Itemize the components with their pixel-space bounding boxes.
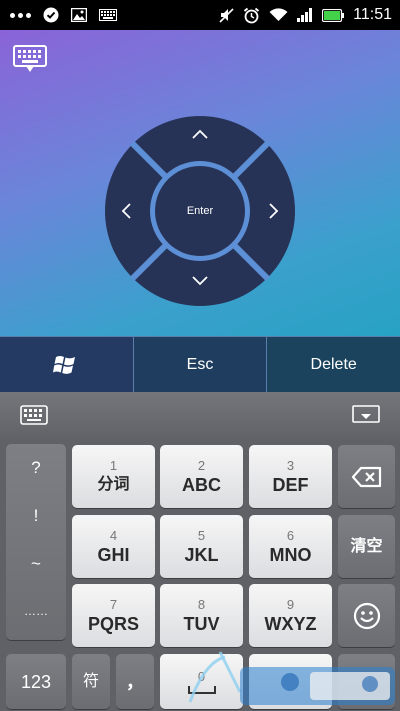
more-dots-icon — [10, 12, 31, 18]
battery-icon — [322, 8, 345, 22]
keyboard-switch-icon[interactable] — [20, 405, 48, 425]
numeric-mode-label: 123 — [20, 671, 52, 692]
key-6[interactable]: 6 MNO — [249, 515, 332, 578]
signal-icon — [297, 8, 313, 22]
enter-button[interactable] — [155, 166, 245, 256]
key-4-label: GHI — [97, 544, 130, 565]
clear-button[interactable]: 清空 — [338, 515, 395, 578]
key-5-label: JKL — [184, 544, 219, 565]
symbol-question[interactable]: ? — [6, 458, 66, 478]
space-number: 0 — [197, 668, 206, 684]
symbol-column[interactable]: ? ! ~ …… — [6, 444, 66, 640]
alarm-icon — [244, 7, 260, 23]
wifi-icon — [269, 8, 288, 21]
key-1-number: 1 — [109, 457, 118, 473]
enter-key-button[interactable] — [338, 654, 395, 709]
key-1[interactable]: 1 分词 — [72, 445, 155, 508]
keyboard-icon — [99, 9, 117, 21]
symbol-tilde[interactable]: ~ — [6, 554, 66, 574]
comma-label: ， — [126, 671, 144, 692]
key-9-number: 9 — [286, 596, 295, 612]
period-button[interactable] — [249, 654, 332, 709]
key-9-label: WXYZ — [264, 613, 317, 634]
check-circle-icon — [43, 7, 59, 23]
delete-button[interactable]: Delete — [267, 336, 400, 392]
key-6-number: 6 — [286, 527, 295, 543]
key-8-number: 8 — [197, 596, 206, 612]
clear-label: 清空 — [350, 537, 383, 555]
key-8-label: TUV — [183, 613, 220, 634]
mute-icon — [219, 8, 234, 23]
key-3[interactable]: 3 DEF — [249, 445, 332, 508]
image-icon — [71, 8, 87, 22]
symbol-ellipsis[interactable]: …… — [6, 604, 66, 618]
key-2-label: ABC — [182, 474, 221, 495]
numeric-mode-button[interactable]: 123 — [6, 654, 66, 709]
key-1-label: 分词 — [97, 475, 130, 493]
keyboard: ? ! ~ …… 1 分词 2 ABC 3 DEF 4 GHI 5 JKL 6 … — [0, 392, 400, 711]
key-5[interactable]: 5 JKL — [160, 515, 243, 578]
space-icon — [187, 685, 216, 694]
key-3-number: 3 — [286, 457, 295, 473]
remote-panel: Enter — [0, 30, 400, 336]
key-4[interactable]: 4 GHI — [72, 515, 155, 578]
windows-logo-icon — [53, 355, 76, 374]
backspace-icon — [351, 466, 381, 487]
key-7[interactable]: 7 PQRS — [72, 584, 155, 647]
key-5-number: 5 — [197, 527, 206, 543]
key-2[interactable]: 2 ABC — [160, 445, 243, 508]
dpad: Enter — [104, 115, 296, 307]
emoji-button[interactable] — [338, 584, 395, 647]
keyboard-toolbar — [0, 392, 400, 440]
esc-button[interactable]: Esc — [133, 336, 268, 392]
key-7-number: 7 — [109, 596, 118, 612]
key-3-label: DEF — [272, 474, 309, 495]
backspace-button[interactable] — [338, 445, 395, 508]
function-key-row: Esc Delete — [0, 336, 400, 392]
space-button[interactable]: 0 — [160, 654, 243, 709]
key-7-label: PQRS — [87, 613, 139, 634]
hide-keyboard-icon[interactable] — [352, 405, 380, 427]
smiley-icon — [353, 602, 380, 629]
key-9[interactable]: 9 WXYZ — [249, 584, 332, 647]
comma-button[interactable]: ， — [116, 654, 154, 709]
key-4-number: 4 — [109, 527, 118, 543]
windows-button[interactable] — [0, 336, 134, 392]
keyboard-toggle-icon[interactable] — [13, 45, 47, 73]
symbol-exclamation[interactable]: ! — [6, 506, 66, 526]
status-bar: 11:51 — [0, 0, 400, 30]
symbol-mode-label: 符 — [82, 672, 99, 690]
key-2-number: 2 — [197, 457, 206, 473]
clock: 11:51 — [353, 6, 392, 23]
symbol-mode-button[interactable]: 符 — [72, 654, 110, 709]
key-6-label: MNO — [269, 544, 312, 565]
key-8[interactable]: 8 TUV — [160, 584, 243, 647]
